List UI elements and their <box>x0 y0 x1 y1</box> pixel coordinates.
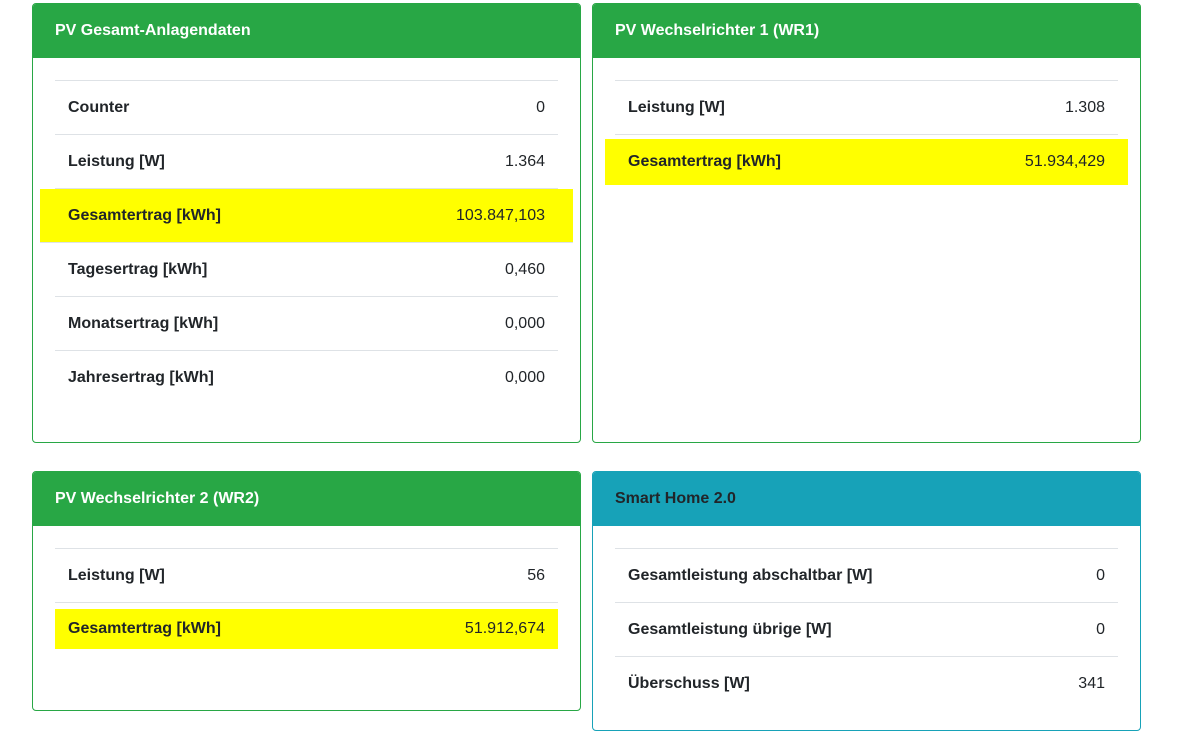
row-value: 0,000 <box>504 314 545 332</box>
card-title: PV Wechselrichter 2 (WR2) <box>33 472 580 526</box>
row-label: Gesamtertrag [kWh] <box>628 153 781 170</box>
data-table: Gesamtleistung abschaltbar [W] 0 Gesamtle… <box>615 548 1118 711</box>
row-value: 1.364 <box>504 152 545 170</box>
row-value: 51.934,429 <box>1024 153 1105 170</box>
card-title: Smart Home 2.0 <box>593 472 1140 526</box>
card-pv-gesamt: PV Gesamt-Anlagendaten Counter 0 Leistung… <box>32 3 581 443</box>
table-row-highlighted: Gesamtertrag [kWh] 51.934,429 <box>605 139 1128 185</box>
row-label: Counter <box>68 98 130 116</box>
row-label: Jahresertrag [kWh] <box>68 369 214 386</box>
row-value: 0 <box>1096 620 1105 638</box>
card-smart-home: Smart Home 2.0 Gesamtleistung abschaltba… <box>592 471 1141 731</box>
data-table: Counter 0 Leistung [W] 1.364 Gesamtertrag … <box>40 80 573 405</box>
row-label: Gesamtleistung abschaltbar [W] <box>628 566 873 584</box>
card-title: PV Wechselrichter 1 (WR1) <box>593 4 1140 58</box>
table-row-highlighted: Gesamtertrag [kWh] 103.847,103 <box>40 189 573 243</box>
table-row: Counter 0 <box>55 81 558 135</box>
card-wr1: PV Wechselrichter 1 (WR1) Leistung [W] 1.… <box>592 3 1141 443</box>
row-value: 56 <box>527 566 545 584</box>
row-value: 341 <box>1078 675 1105 692</box>
row-value: 0,000 <box>504 369 545 386</box>
row-label: Gesamtertrag [kWh] <box>68 206 221 224</box>
table-row: Jahresertrag [kWh] 0,000 <box>55 351 558 405</box>
table-row: Tagesertrag [kWh] 0,460 <box>55 243 558 297</box>
table-row: Gesamtleistung abschaltbar [W] 0 <box>615 549 1118 603</box>
table-row: Leistung [W] 56 <box>55 549 558 603</box>
row-value: 1.308 <box>1064 98 1105 116</box>
row-value: 0 <box>1096 566 1105 584</box>
table-row-highlighted: Gesamtertrag [kWh] 51.912,674 <box>55 609 558 649</box>
row-label: Gesamtertrag [kWh] <box>68 620 221 637</box>
card-title: PV Gesamt-Anlagendaten <box>33 4 580 58</box>
data-table: Leistung [W] 1.308 Gesamtertrag [kWh] 51.9… <box>605 80 1128 185</box>
row-label: Leistung [W] <box>68 152 165 170</box>
row-label: Monatsertrag [kWh] <box>68 314 219 332</box>
data-table: Leistung [W] 56 Gesamtertrag [kWh] 51.912,… <box>55 548 558 649</box>
row-label: Leistung [W] <box>628 98 725 116</box>
row-label: Tagesertrag [kWh] <box>68 260 208 278</box>
card-wr2: PV Wechselrichter 2 (WR2) Leistung [W] 56… <box>32 471 581 711</box>
table-row: Monatsertrag [kWh] 0,000 <box>55 297 558 351</box>
table-row: Leistung [W] 1.308 <box>615 81 1118 135</box>
row-value: 0,460 <box>504 260 545 278</box>
row-label: Leistung [W] <box>68 566 165 584</box>
row-value: 103.847,103 <box>456 206 545 224</box>
row-label: Gesamtleistung übrige [W] <box>628 620 832 638</box>
table-row: Gesamtleistung übrige [W] 0 <box>615 603 1118 657</box>
row-value: 0 <box>536 98 545 116</box>
row-label: Überschuss [W] <box>628 675 750 692</box>
row-value: 51.912,674 <box>464 620 545 637</box>
table-row: Leistung [W] 1.364 <box>55 135 558 189</box>
table-row: Überschuss [W] 341 <box>615 657 1118 711</box>
